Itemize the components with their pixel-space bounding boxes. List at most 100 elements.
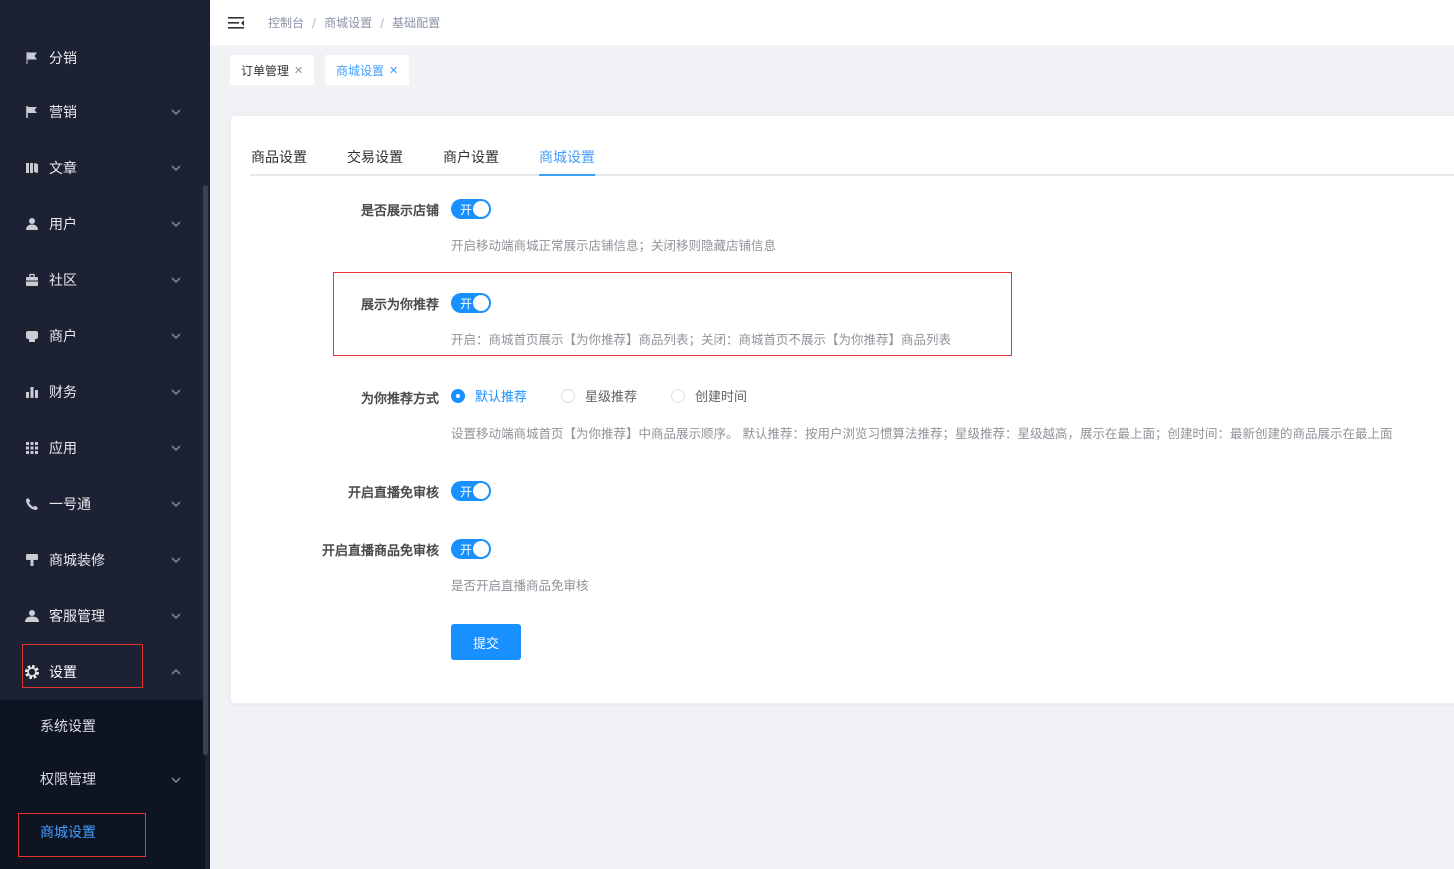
sidebar-item-label: 分销 [49,51,77,67]
sidebar-item-label: 应用 [49,441,77,457]
switch-knob [473,483,489,499]
chevron-down-icon [171,771,181,787]
radio-default-recommend[interactable]: 默认推荐 [451,386,527,405]
menu-fold-icon[interactable] [228,16,244,30]
sidebar-submenu: 系统设置 权限管理 商城设置 [0,700,205,869]
show-store-switch[interactable]: 开 [451,199,491,219]
chevron-down-icon [171,499,181,509]
switch-text: 开 [460,203,473,217]
sidebar-item-decoration[interactable]: 商城装修 [0,532,205,588]
show-recommend-label: 展示为你推荐 [360,298,439,313]
tag-mall-settings[interactable]: 商城设置 ✕ [325,55,410,85]
sidebar-subitem-label: 商城设置 [40,825,96,841]
switch-knob [473,201,489,217]
sidebar-item-community[interactable]: 社区 [0,252,205,308]
live-no-review-label: 开启直播免审核 [347,486,439,501]
support-icon [24,608,40,624]
sidebar-subitem-label: 权限管理 [40,772,96,788]
breadcrumb-separator: / [312,15,317,30]
sidebar-item-one-number[interactable]: 一号通 [0,476,205,532]
grid-icon [24,440,40,456]
breadcrumb-item: 基础配置 [392,16,441,30]
show-store-hint: 开启移动端商城正常展示店铺信息；关闭移则隐藏店铺信息 [451,238,777,253]
tag-order-management[interactable]: 订单管理 ✕ [230,55,315,85]
sidebar-item-finance[interactable]: 财务 [0,364,205,420]
live-no-review-switch[interactable]: 开 [451,481,491,501]
recommend-mode-hint: 设置移动端商城首页【为你推荐】中商品展示顺序。 默认推荐：按用户浏览习惯算法推荐… [451,426,1393,441]
breadcrumb-separator: / [380,15,385,30]
sidebar-item-label: 用户 [49,217,77,233]
sidebar-item-label: 营销 [49,105,77,121]
sidebar-subitem-mall-settings[interactable]: 商城设置 [0,806,205,858]
tab-merchant-settings[interactable]: 商户设置 [443,147,499,167]
radio-label: 默认推荐 [475,390,528,405]
sidebar-item-label: 商户 [49,329,77,345]
tag-label: 订单管理 [241,63,290,78]
sidebar-item-settings[interactable]: 设置 [0,644,205,700]
close-icon[interactable]: ✕ [294,64,303,77]
sidebar-item-label: 客服管理 [49,609,105,625]
chevron-down-icon [171,275,181,285]
breadcrumb-item[interactable]: 商城设置 [324,14,372,31]
top-header: 控制台 / 商城设置 / 基础配置 [210,0,1454,45]
radio-create-time[interactable]: 创建时间 [671,386,747,405]
recommend-mode-label: 为你推荐方式 [360,392,439,407]
sidebar-subitem-system-settings[interactable]: 系统设置 [0,700,205,752]
radio-dot [561,388,575,403]
tab-goods-settings[interactable]: 商品设置 [251,147,307,167]
radio-label: 星级推荐 [585,390,638,405]
chevron-down-icon [171,611,181,621]
chevron-down-icon [171,555,181,565]
sidebar-item-user[interactable]: 用户 [0,196,205,252]
sidebar-item-label: 设置 [49,665,77,681]
merchant-icon [24,328,40,344]
brush-icon [24,552,40,568]
tags-bar: 订单管理 ✕ 商城设置 ✕ [210,45,1454,95]
live-goods-no-review-label: 开启直播商品免审核 [321,544,439,559]
radio-star-recommend[interactable]: 星级推荐 [561,386,637,405]
sidebar-item-customer-service[interactable]: 客服管理 [0,588,205,644]
tab-mall-settings[interactable]: 商城设置 [539,147,595,167]
switch-text: 开 [460,297,473,311]
sidebar-item-merchant[interactable]: 商户 [0,308,205,364]
switch-text: 开 [460,543,473,557]
chevron-up-icon [171,667,181,677]
sidebar-item-distribution[interactable]: 分销 [0,30,205,86]
sidebar-item-label: 商城装修 [49,553,105,569]
tag-label: 商城设置 [336,63,385,78]
live-goods-no-review-hint: 是否开启直播商品免审核 [451,578,589,593]
submit-button[interactable]: 提交 [451,624,521,660]
sidebar-item-label: 文章 [49,161,77,177]
sidebar-subitem-permissions[interactable]: 权限管理 [0,753,205,805]
gear-icon [24,664,40,680]
community-icon [24,272,40,288]
radio-dot [451,388,465,403]
sidebar-scrollbar[interactable] [203,185,208,755]
chevron-down-icon [171,219,181,229]
chevron-down-icon [171,443,181,453]
close-icon[interactable]: ✕ [389,64,398,77]
article-icon [24,160,40,176]
show-recommend-hint: 开启：商城首页展示【为你推荐】商品列表；关闭：商城首页不展示【为你推荐】商品列表 [451,332,952,347]
live-goods-no-review-switch[interactable]: 开 [451,539,491,559]
show-recommend-switch[interactable]: 开 [451,293,491,313]
phone-icon [24,496,40,512]
chevron-down-icon [171,387,181,397]
sidebar-subitem-label: 系统设置 [40,719,96,735]
show-store-label: 是否展示店铺 [360,204,439,219]
user-icon [24,216,40,232]
breadcrumb-item[interactable]: 控制台 [268,14,304,31]
form-tabs: 商品设置 交易设置 商户设置 商城设置 [250,134,1454,176]
sidebar-item-apps[interactable]: 应用 [0,420,205,476]
breadcrumb: 控制台 / 商城设置 / 基础配置 [268,14,440,31]
flag-icon [24,50,40,66]
tab-trade-settings[interactable]: 交易设置 [347,147,403,167]
chevron-down-icon [171,331,181,341]
sidebar-item-label: 财务 [49,385,77,401]
sidebar-item-marketing[interactable]: 营销 [0,84,205,140]
switch-text: 开 [460,485,473,499]
active-tab-indicator [539,174,595,176]
sidebar-item-article[interactable]: 文章 [0,140,205,196]
chevron-down-icon [171,107,181,117]
flag-icon [24,104,40,120]
